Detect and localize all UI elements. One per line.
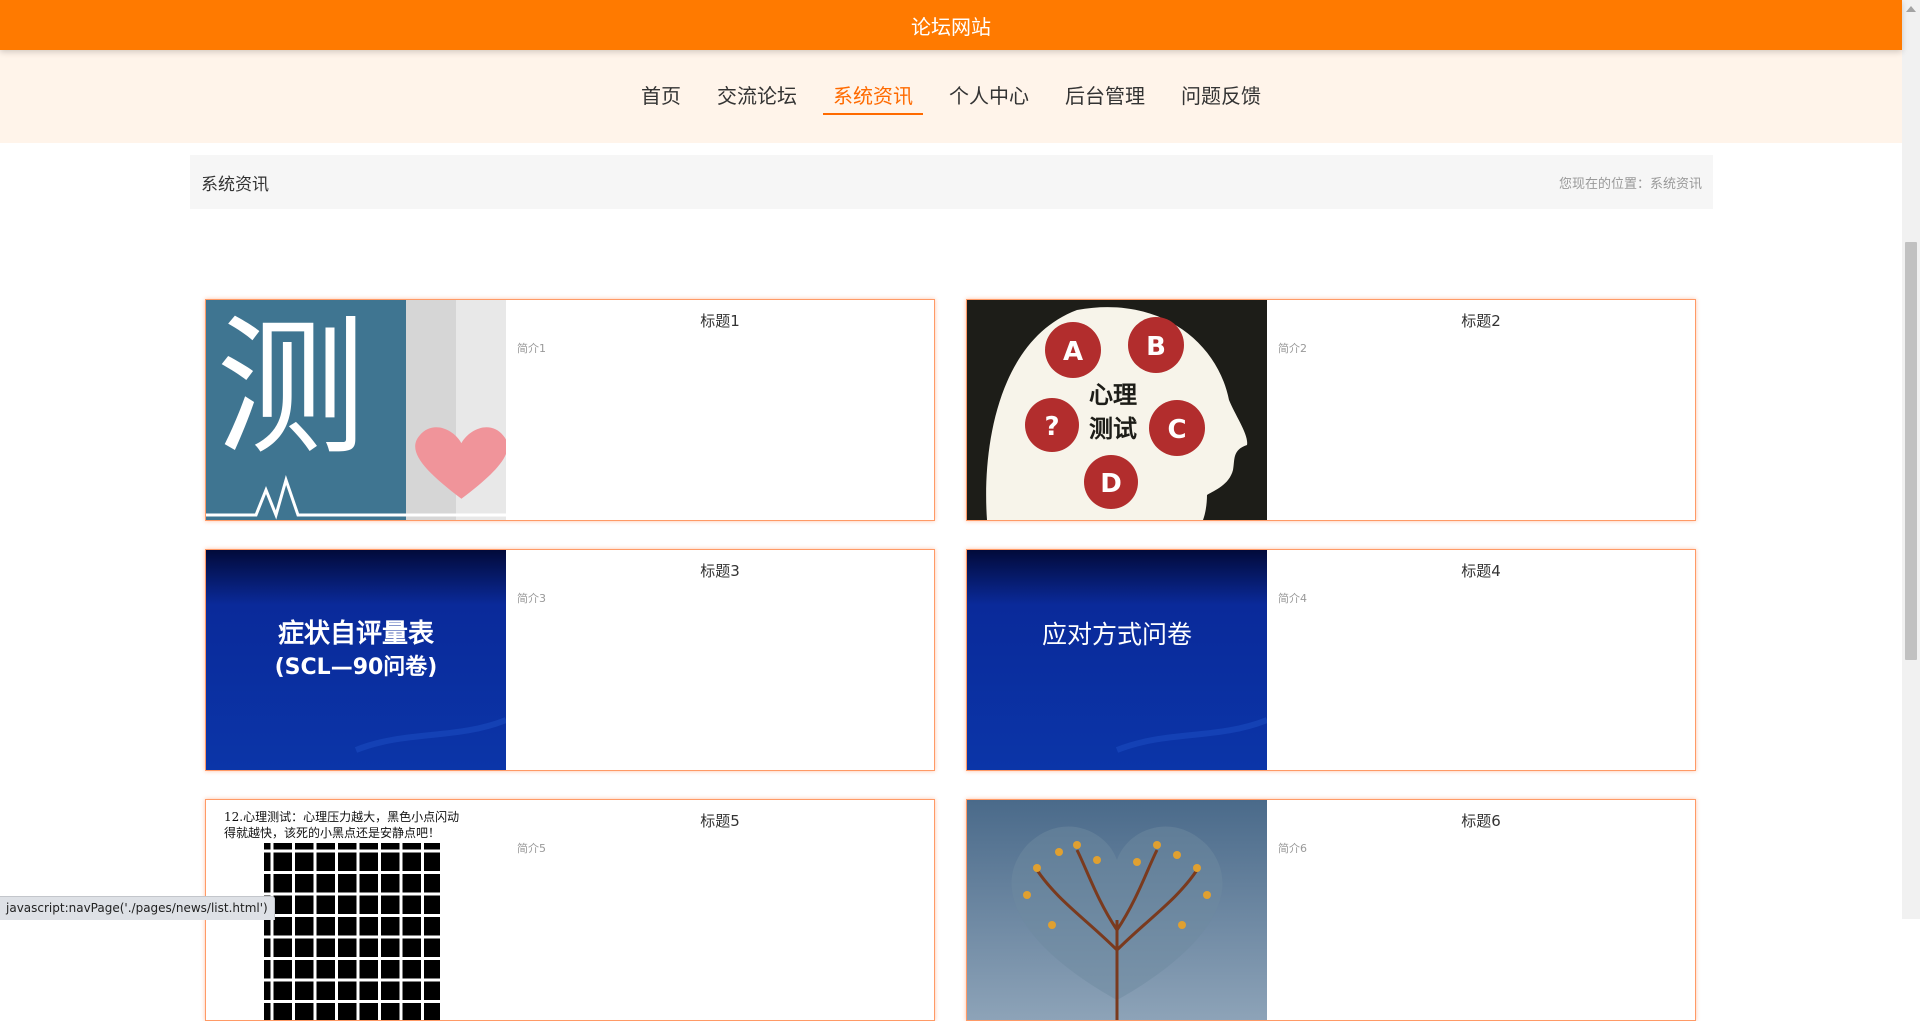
card-intro: 简介4 xyxy=(1278,592,1307,605)
site-header: 论坛网站 xyxy=(0,0,1902,50)
bubble-question: ? xyxy=(1044,412,1059,442)
card-title[interactable]: 标题3 xyxy=(506,560,934,581)
scrollbar-thumb[interactable] xyxy=(1905,242,1917,660)
card-title[interactable]: 标题4 xyxy=(1267,560,1695,581)
image-line-2: (SCL—90问卷) xyxy=(275,654,438,680)
card-intro: 简介2 xyxy=(1278,342,1307,355)
card-intro: 简介6 xyxy=(1278,842,1307,855)
image-line-1: 症状自评量表 xyxy=(278,618,435,649)
image-line-1: 心理 xyxy=(1089,381,1137,409)
bubble-b: B xyxy=(1146,332,1166,362)
image-line-2: 得就越快，该死的小黑点还是安静点吧！ xyxy=(224,825,440,840)
bubble-c: C xyxy=(1167,415,1186,445)
card-title[interactable]: 标题1 xyxy=(506,310,934,331)
heart-test-image: 测 xyxy=(206,300,506,520)
nav-user-center[interactable]: 个人中心 xyxy=(939,50,1039,112)
bubble-d: D xyxy=(1100,469,1122,499)
card-title[interactable]: 标题5 xyxy=(506,810,934,831)
page-title: 系统资讯 xyxy=(201,174,269,195)
card-intro: 简介1 xyxy=(517,342,546,355)
nav-feedback[interactable]: 问题反馈 xyxy=(1171,50,1271,112)
nav-home[interactable]: 首页 xyxy=(631,50,691,112)
news-card[interactable]: 应对方式问卷 标题4 简介4 xyxy=(966,549,1696,771)
card-title[interactable]: 标题2 xyxy=(1267,310,1695,331)
nav-forum[interactable]: 交流论坛 xyxy=(707,50,807,112)
news-card[interactable]: 标题6 简介6 xyxy=(966,799,1696,1021)
location-label: 您现在的位置： xyxy=(1558,176,1650,192)
news-card[interactable]: A B ? C D 心理 测试 标题2 简介2 xyxy=(966,299,1696,521)
site-title: 论坛网站 xyxy=(911,14,991,39)
image-line-2: 测试 xyxy=(1089,415,1137,443)
scroll-up-icon[interactable] xyxy=(1906,6,1916,12)
card-intro: 简介3 xyxy=(517,592,546,605)
card-intro: 简介5 xyxy=(517,842,546,855)
image-line-1: 应对方式问卷 xyxy=(1042,620,1192,649)
news-card[interactable]: 12.心理测试：心理压力越大，黑色小点闪动 得就越快，该死的小黑点还是安静点吧！… xyxy=(205,799,935,1021)
news-card[interactable]: 症状自评量表 (SCL—90问卷) 标题3 简介3 xyxy=(205,549,935,771)
nav-news[interactable]: 系统资讯 xyxy=(823,50,923,115)
blue-banner-image: 应对方式问卷 xyxy=(967,550,1267,770)
news-card[interactable]: 测 标题1 简介1 xyxy=(205,299,935,521)
current-location: 您现在的位置：系统资讯 xyxy=(1559,173,1702,192)
main-nav: 首页 交流论坛 系统资讯 个人中心 后台管理 问题反馈 xyxy=(0,50,1902,143)
tree-heart-image xyxy=(967,800,1267,1020)
image-char: 测 xyxy=(216,302,366,476)
head-profile-image: A B ? C D 心理 测试 xyxy=(967,300,1267,520)
card-title[interactable]: 标题6 xyxy=(1267,810,1695,831)
bubble-a: A xyxy=(1063,337,1083,367)
browser-status-bar: javascript:navPage('./pages/news/list.ht… xyxy=(0,896,275,920)
vertical-scrollbar[interactable] xyxy=(1902,0,1920,919)
blue-banner-image: 症状自评量表 (SCL—90问卷) xyxy=(206,550,506,770)
location-value[interactable]: 系统资讯 xyxy=(1650,177,1702,192)
image-line-1: 12.心理测试：心理压力越大，黑色小点闪动 xyxy=(224,809,459,824)
nav-admin[interactable]: 后台管理 xyxy=(1055,50,1155,112)
breadcrumb: 系统资讯 您现在的位置：系统资讯 xyxy=(190,155,1713,209)
